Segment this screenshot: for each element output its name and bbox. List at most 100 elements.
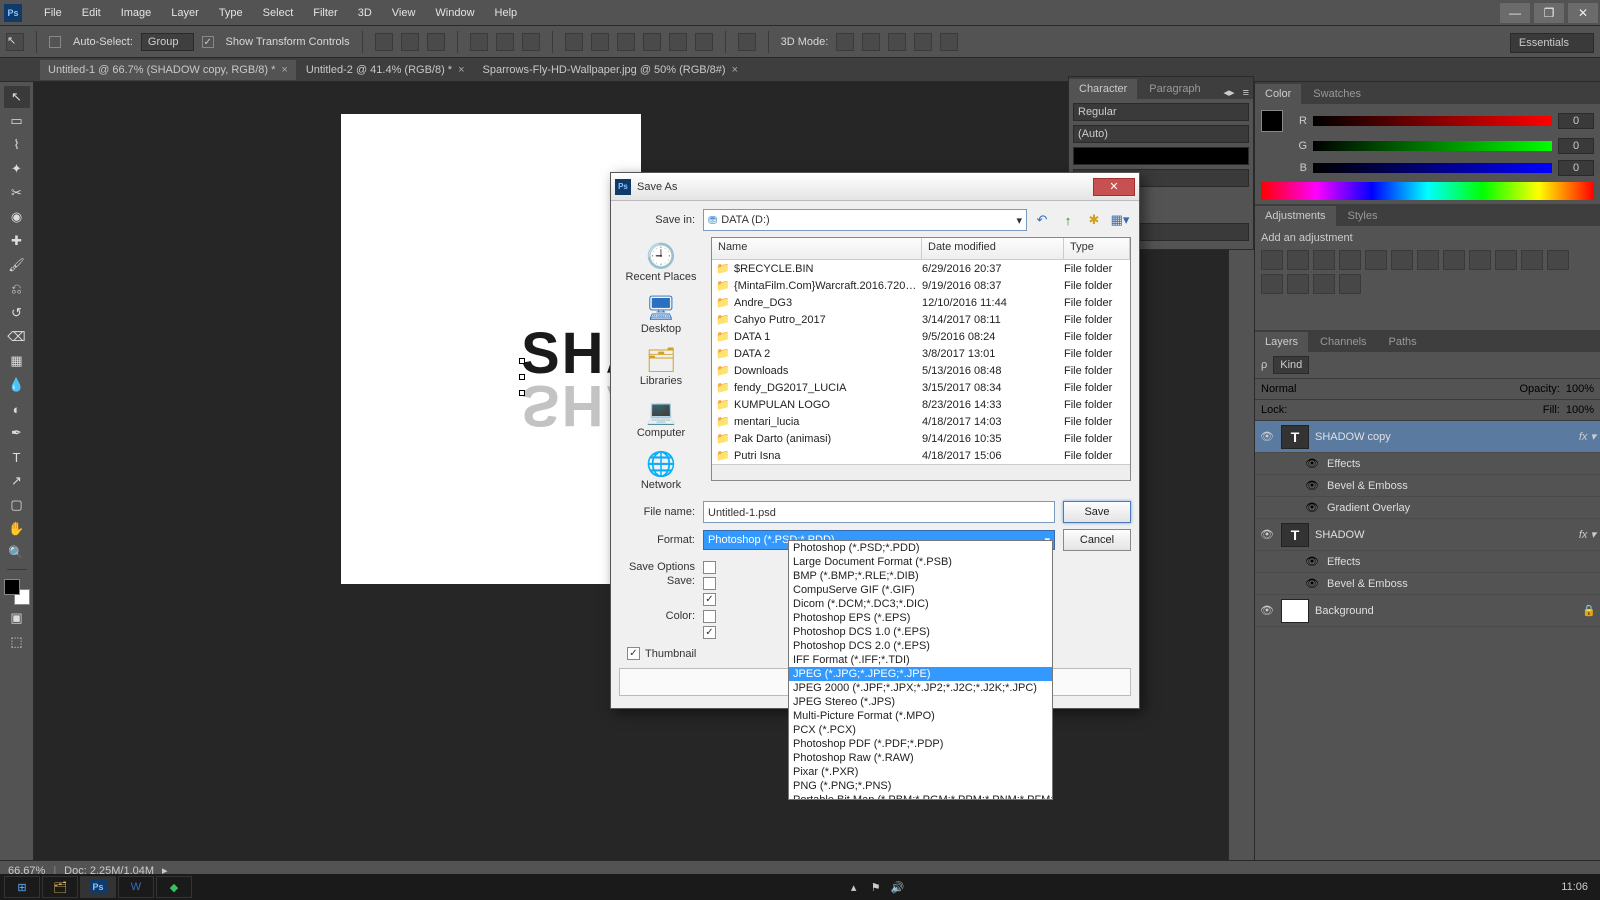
blur-tool-icon[interactable]: 💧 xyxy=(4,374,30,396)
color-swatch-icon[interactable] xyxy=(1261,110,1283,132)
places-computer[interactable]: 💻Computer xyxy=(637,393,685,443)
layer-thumbnail[interactable]: T xyxy=(1281,523,1309,547)
format-option[interactable]: JPEG (*.JPG;*.JPEG;*.JPE) xyxy=(789,667,1052,681)
document-tab[interactable]: Sparrows-Fly-HD-Wallpaper.jpg @ 50% (RGB… xyxy=(475,60,747,80)
gradient-tool-icon[interactable]: ▦ xyxy=(4,350,30,372)
path-tool-icon[interactable]: ↗ xyxy=(4,470,30,492)
layer-filter-kind[interactable]: Kind xyxy=(1273,356,1309,374)
3d-icon[interactable] xyxy=(888,33,906,51)
cancel-button[interactable]: Cancel xyxy=(1063,529,1131,551)
visibility-toggle-icon[interactable]: 👁 xyxy=(1259,527,1275,543)
type-tool-icon[interactable]: T xyxy=(4,446,30,468)
distribute-icon[interactable] xyxy=(617,33,635,51)
tab-styles[interactable]: Styles xyxy=(1338,206,1388,226)
close-button[interactable]: ✕ xyxy=(1568,3,1598,23)
menu-3d[interactable]: 3D xyxy=(348,7,382,19)
file-name-input[interactable]: Untitled-1.psd xyxy=(703,501,1055,523)
document-canvas[interactable]: SHA SHA xyxy=(341,114,641,584)
menu-filter[interactable]: Filter xyxy=(303,7,347,19)
align-icon[interactable] xyxy=(470,33,488,51)
menu-type[interactable]: Type xyxy=(209,7,253,19)
b-value[interactable]: 0 xyxy=(1558,160,1594,176)
menu-view[interactable]: View xyxy=(382,7,426,19)
format-option[interactable]: Photoshop DCS 1.0 (*.EPS) xyxy=(789,625,1052,639)
gradientmap-adjustment-icon[interactable] xyxy=(1313,274,1335,294)
visibility-toggle-icon[interactable]: 👁 xyxy=(1305,555,1321,568)
pen-tool-icon[interactable]: ✒ xyxy=(4,422,30,444)
quickmask-icon[interactable]: ▣ xyxy=(4,607,30,629)
layer-row[interactable]: 👁Background🔒 xyxy=(1255,595,1600,627)
transform-handle[interactable] xyxy=(519,374,525,380)
up-button[interactable]: ↑ xyxy=(1057,209,1079,231)
lasso-tool-icon[interactable]: ⌇ xyxy=(4,134,30,156)
file-row[interactable]: 📁$RECYCLE.BIN6/29/2016 20:37File folder xyxy=(712,260,1130,277)
layer-name[interactable]: SHADOW copy xyxy=(1315,431,1573,443)
view-menu-button[interactable]: ▦▾ xyxy=(1109,209,1131,231)
file-row[interactable]: 📁Downloads5/13/2016 08:48File folder xyxy=(712,362,1130,379)
exposure-adjustment-icon[interactable] xyxy=(1339,250,1361,270)
fx-badge[interactable]: fx ▾ xyxy=(1579,528,1596,541)
auto-select-dropdown[interactable]: Group xyxy=(141,33,194,51)
as-copy-checkbox[interactable] xyxy=(703,561,716,574)
layer-thumbnail[interactable] xyxy=(1281,599,1309,623)
menu-image[interactable]: Image xyxy=(111,7,162,19)
horizontal-scrollbar[interactable] xyxy=(712,464,1130,480)
layer-row[interactable]: 👁TSHADOW copyfx ▾ xyxy=(1255,421,1600,453)
places-libraries[interactable]: 🗂Libraries xyxy=(640,341,682,391)
panel-menu-icon[interactable]: ≡ xyxy=(1239,87,1253,99)
photofilter-adjustment-icon[interactable] xyxy=(1469,250,1491,270)
format-option[interactable]: JPEG Stereo (*.JPS) xyxy=(789,695,1052,709)
distribute-icon[interactable] xyxy=(643,33,661,51)
posterize-adjustment-icon[interactable] xyxy=(1261,274,1283,294)
file-row[interactable]: 📁mentari_lucia4/18/2017 14:03File folder xyxy=(712,413,1130,430)
column-name[interactable]: Name xyxy=(712,238,922,259)
save-button[interactable]: Save xyxy=(1063,501,1131,523)
file-row[interactable]: 📁Andre_DG312/10/2016 11:44File folder xyxy=(712,294,1130,311)
text-color-swatch[interactable] xyxy=(1073,147,1249,165)
distribute-icon[interactable] xyxy=(591,33,609,51)
colorlookup-adjustment-icon[interactable] xyxy=(1521,250,1543,270)
wand-tool-icon[interactable]: ✦ xyxy=(4,158,30,180)
workspace-switcher[interactable]: Essentials xyxy=(1510,33,1594,53)
format-option[interactable]: Photoshop PDF (*.PDF;*.PDP) xyxy=(789,737,1052,751)
3d-icon[interactable] xyxy=(862,33,880,51)
menu-edit[interactable]: Edit xyxy=(72,7,111,19)
marquee-tool-icon[interactable]: ▭ xyxy=(4,110,30,132)
document-tab[interactable]: Untitled-2 @ 41.4% (RGB/8) *× xyxy=(298,60,473,80)
file-row[interactable]: 📁Cahyo Putro_20173/14/2017 08:11File fol… xyxy=(712,311,1130,328)
threshold-adjustment-icon[interactable] xyxy=(1287,274,1309,294)
b-slider[interactable] xyxy=(1313,163,1552,173)
hand-tool-icon[interactable]: ✋ xyxy=(4,518,30,540)
hue-adjustment-icon[interactable] xyxy=(1391,250,1413,270)
taskbar-app-icon[interactable]: ◆ xyxy=(156,876,192,898)
zoom-tool-icon[interactable]: 🔍 xyxy=(4,542,30,564)
auto-select-checkbox[interactable] xyxy=(49,36,61,48)
places-network[interactable]: 🌐Network xyxy=(641,445,681,495)
format-option[interactable]: Photoshop (*.PSD;*.PDD) xyxy=(789,541,1052,555)
visibility-toggle-icon[interactable]: 👁 xyxy=(1305,479,1321,492)
menu-window[interactable]: Window xyxy=(425,7,484,19)
visibility-toggle-icon[interactable]: 👁 xyxy=(1259,603,1275,619)
column-date[interactable]: Date modified xyxy=(922,238,1064,259)
format-option[interactable]: BMP (*.BMP;*.RLE;*.DIB) xyxy=(789,569,1052,583)
stamp-tool-icon[interactable]: ⎌ xyxy=(4,278,30,300)
visibility-toggle-icon[interactable]: 👁 xyxy=(1305,457,1321,470)
format-option[interactable]: Pixar (*.PXR) xyxy=(789,765,1052,779)
colorbalance-adjustment-icon[interactable] xyxy=(1417,250,1439,270)
crop-tool-icon[interactable]: ✂ xyxy=(4,182,30,204)
icc-profile-checkbox[interactable] xyxy=(703,626,716,639)
start-button[interactable]: ⊞ xyxy=(4,876,40,898)
minimize-button[interactable]: — xyxy=(1500,3,1530,23)
format-option[interactable]: Photoshop DCS 2.0 (*.EPS) xyxy=(789,639,1052,653)
layer-effect-row[interactable]: 👁Effects xyxy=(1255,551,1600,573)
tray-volume-icon[interactable]: 🔊 xyxy=(889,878,907,896)
invert-adjustment-icon[interactable] xyxy=(1547,250,1569,270)
visibility-toggle-icon[interactable]: 👁 xyxy=(1305,577,1321,590)
layer-name[interactable]: SHADOW xyxy=(1315,529,1573,541)
3d-icon[interactable] xyxy=(836,33,854,51)
screenmode-icon[interactable]: ⬚ xyxy=(4,631,30,653)
format-option[interactable]: Large Document Format (*.PSB) xyxy=(789,555,1052,569)
file-row[interactable]: 📁Putri Isna4/18/2017 15:06File folder xyxy=(712,447,1130,464)
eraser-tool-icon[interactable]: ⌫ xyxy=(4,326,30,348)
layer-effect-row[interactable]: 👁Bevel & Emboss xyxy=(1255,573,1600,595)
